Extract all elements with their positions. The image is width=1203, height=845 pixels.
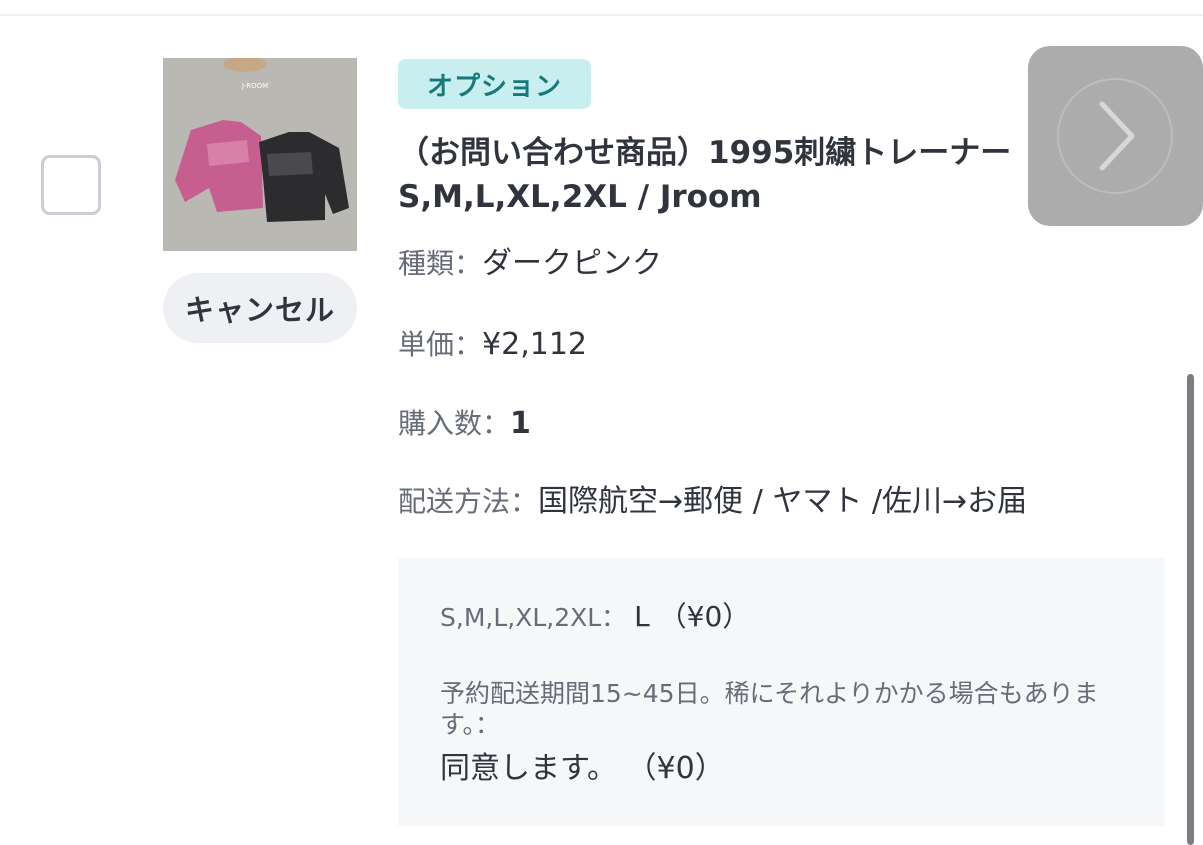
- option-size-value: L （¥0）: [634, 600, 751, 633]
- attribute-shipping: 配送方法：国際航空→郵便 / ヤマト /佐川→お届: [398, 482, 1027, 522]
- option-agree-value: 同意します。 （¥0）: [440, 751, 725, 786]
- cart-item-page: J-ROOM キャンセル オプション （お問い合わせ商品）1995刺繍トレーナー…: [0, 0, 1203, 845]
- chevron-right-icon: [1057, 78, 1173, 194]
- cancel-button[interactable]: キャンセル: [163, 273, 357, 343]
- attribute-value: 1: [510, 406, 531, 441]
- next-button[interactable]: [1028, 46, 1203, 226]
- scrollbar[interactable]: [1187, 374, 1194, 845]
- attribute-label: 購入数：: [398, 407, 511, 440]
- attribute-type: 種類：ダークピンク: [398, 244, 662, 284]
- top-divider: [0, 14, 1203, 16]
- attribute-quantity: 購入数：1: [398, 404, 531, 444]
- option-size-label: S,M,L,XL,2XL：: [440, 603, 627, 632]
- product-thumbnail[interactable]: J-ROOM: [163, 58, 357, 251]
- option-delivery-note: 予約配送期間15~45日。稀にそれよりかかる場合もあります。：: [440, 679, 1099, 739]
- attribute-label: 配送方法：: [398, 485, 539, 518]
- attribute-label: 種類：: [398, 247, 483, 280]
- attribute-value: 国際航空→郵便 / ヤマト /佐川→お届: [538, 484, 1028, 519]
- attribute-value: ¥2,112: [482, 327, 587, 362]
- svg-text:J-ROOM: J-ROOM: [241, 82, 268, 90]
- attribute-unit-price: 単価：¥2,112: [398, 325, 587, 365]
- attribute-value: ダークピンク: [482, 246, 663, 281]
- option-size: S,M,L,XL,2XL： L （¥0）: [440, 599, 750, 636]
- select-item-checkbox[interactable]: [41, 155, 101, 215]
- attribute-label: 単価：: [398, 328, 483, 361]
- option-badge: オプション: [398, 59, 591, 109]
- selected-options-box: S,M,L,XL,2XL： L （¥0） 予約配送期間15~45日。稀にそれよりか…: [398, 558, 1165, 826]
